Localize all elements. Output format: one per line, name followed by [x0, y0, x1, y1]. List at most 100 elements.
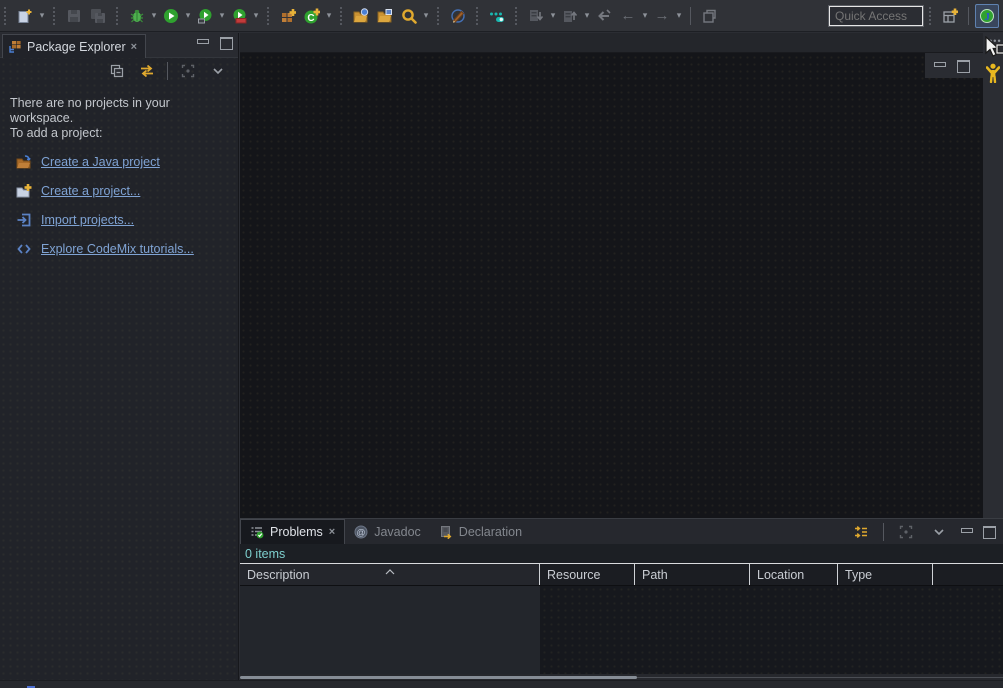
toolbar-separator-line	[968, 7, 969, 25]
add-project-message: To add a project:	[10, 126, 228, 141]
explore-codemix-tutorials-link[interactable]: Explore CodeMix tutorials...	[41, 242, 194, 256]
previous-annotation-dropdown[interactable]: ▾	[582, 10, 592, 21]
package-explorer-icon	[8, 40, 22, 54]
column-header-description[interactable]: Description	[240, 564, 540, 585]
column-header-resource[interactable]: Resource	[540, 564, 635, 585]
focus-target-icon	[899, 525, 913, 539]
tab-package-explorer[interactable]: Package Explorer ×	[2, 34, 146, 58]
back-button[interactable]: ←	[616, 4, 640, 28]
focus-on-active-task-button[interactable]	[894, 520, 918, 544]
focus-target-icon	[181, 64, 195, 78]
forward-button[interactable]: →	[650, 4, 674, 28]
create-project-link[interactable]: Create a project...	[41, 184, 140, 198]
restore-window-button[interactable]	[697, 4, 721, 28]
new-codemix-dropdown[interactable]: ▾	[324, 10, 334, 21]
save-all-button[interactable]	[86, 4, 110, 28]
fast-view-figure-icon[interactable]	[986, 63, 1000, 86]
close-tab-icon[interactable]: ×	[131, 41, 137, 53]
main-toolbar: ▾ ▾ ▾	[0, 0, 1003, 32]
open-perspective-button[interactable]	[938, 4, 962, 28]
link-with-editor-button[interactable]	[135, 59, 159, 83]
last-edit-location-button[interactable]	[592, 4, 616, 28]
toolbar-separator	[476, 7, 481, 25]
close-tab-icon[interactable]: ×	[329, 526, 335, 538]
items-count: 0 items	[240, 544, 1003, 563]
run-dropdown[interactable]: ▾	[183, 10, 193, 21]
java-perspective-button[interactable]: J	[975, 4, 999, 28]
trim-drag-handle-dots[interactable]: ••••	[985, 36, 1002, 46]
filter-icon	[854, 525, 868, 539]
toolbar-drag-handle	[4, 7, 9, 25]
run-history-dropdown[interactable]: ▾	[217, 10, 227, 21]
coverage-dropdown[interactable]: ▾	[251, 10, 261, 21]
tab-declaration[interactable]: Declaration	[430, 519, 531, 544]
filter-button[interactable]	[849, 520, 873, 544]
next-annotation-dropdown[interactable]: ▾	[548, 10, 558, 21]
previous-annotation-button[interactable]	[558, 4, 582, 28]
svg-text:J: J	[985, 12, 990, 23]
toolbar-separator	[515, 7, 520, 25]
import-projects-link[interactable]: Import projects...	[41, 213, 134, 227]
run-history-icon	[197, 8, 213, 24]
problems-toolbar	[849, 520, 1003, 544]
tab-problems[interactable]: Problems ×	[240, 519, 345, 544]
column-header-type[interactable]: Type	[838, 564, 933, 585]
save-button[interactable]	[62, 4, 86, 28]
search-dropdown[interactable]: ▾	[421, 10, 431, 21]
new-myeclipse-project-button[interactable]	[276, 4, 300, 28]
new-file-icon	[17, 8, 33, 24]
live-preview-icon	[489, 8, 505, 24]
run-history-button[interactable]	[193, 4, 217, 28]
toolbar-separator-line	[690, 7, 691, 25]
toolbar-separator	[340, 7, 345, 25]
new-wizard-dropdown[interactable]: ▾	[37, 10, 47, 21]
link-with-editor-icon	[140, 64, 154, 78]
javadoc-icon: @	[354, 525, 368, 539]
tab-javadoc[interactable]: @ Javadoc	[345, 519, 430, 544]
next-annotation-button[interactable]	[524, 4, 548, 28]
column-header-path[interactable]: Path	[635, 564, 750, 585]
problems-table-header: Description Resource Path Location Type	[240, 563, 1003, 586]
maximize-view-button[interactable]	[982, 526, 995, 537]
create-java-project-link[interactable]: Create a Java project	[41, 155, 160, 169]
scrollbar-thumb[interactable]	[240, 676, 637, 679]
toolbar-separator	[437, 7, 442, 25]
problems-table-body[interactable]	[240, 586, 1003, 674]
column-header-filler	[933, 564, 985, 585]
column-header-location[interactable]: Location	[750, 564, 838, 585]
previous-annotation-icon	[562, 8, 578, 24]
coverage-button[interactable]	[227, 4, 251, 28]
back-dropdown[interactable]: ▾	[640, 10, 650, 21]
maximize-view-button[interactable]	[219, 37, 232, 48]
save-icon	[66, 8, 82, 24]
open-resource-button[interactable]	[349, 4, 373, 28]
editor-area[interactable]	[240, 33, 983, 518]
minimize-editor-button[interactable]	[933, 60, 946, 71]
view-menu-button[interactable]	[206, 59, 230, 83]
chevron-down-icon	[932, 525, 946, 539]
minimize-view-button[interactable]	[196, 37, 209, 48]
quick-access-input[interactable]	[829, 6, 923, 26]
pen-task-icon	[450, 8, 466, 24]
import-resource-button[interactable]	[373, 4, 397, 28]
new-codemix-project-button[interactable]: C	[300, 4, 324, 28]
forward-dropdown[interactable]: ▾	[674, 10, 684, 21]
view-toolbar-separator	[167, 62, 168, 80]
new-project-icon	[16, 183, 32, 199]
collapse-all-button[interactable]	[105, 59, 129, 83]
next-annotation-icon	[528, 8, 544, 24]
minimize-view-button[interactable]	[960, 526, 973, 537]
package-explorer-body: There are no projects in your workspace.…	[0, 84, 238, 257]
open-task-button[interactable]	[446, 4, 470, 28]
collapse-all-icon	[110, 64, 124, 78]
debug-button[interactable]	[125, 4, 149, 28]
new-wizard-button[interactable]	[13, 4, 37, 28]
debug-dropdown[interactable]: ▾	[149, 10, 159, 21]
codemix-live-button[interactable]	[485, 4, 509, 28]
search-button[interactable]	[397, 4, 421, 28]
maximize-editor-button[interactable]	[956, 60, 969, 71]
focus-on-active-task-button[interactable]	[176, 59, 200, 83]
run-button[interactable]	[159, 4, 183, 28]
open-perspective-icon	[942, 8, 958, 24]
view-menu-button[interactable]	[927, 520, 951, 544]
